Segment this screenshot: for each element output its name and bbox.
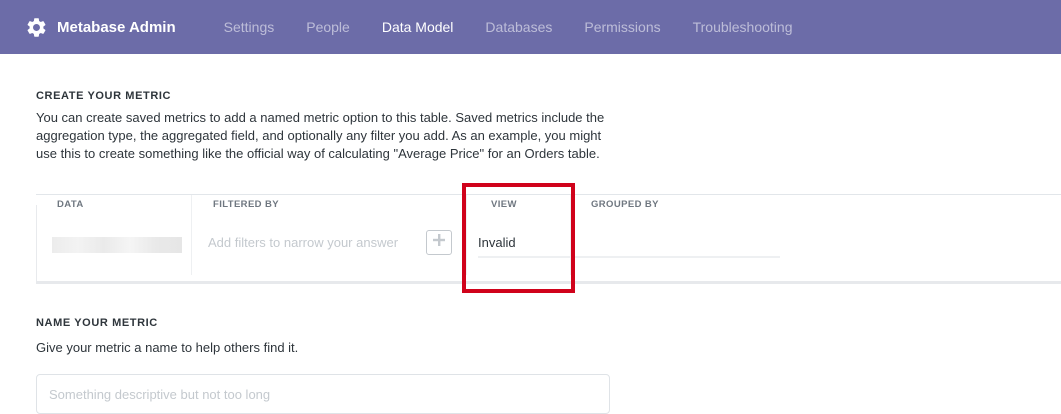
data-source-placeholder[interactable] [52, 237, 182, 253]
add-filter-button[interactable] [426, 230, 452, 255]
gear-icon [25, 16, 48, 39]
name-metric-description: Give your metric a name to help others f… [36, 340, 299, 355]
metric-name-field[interactable] [36, 374, 610, 414]
nav-item-databases[interactable]: Databases [485, 19, 552, 35]
create-metric-description: You can create saved metrics to add a na… [36, 110, 605, 161]
create-metric-heading: CREATE YOUR METRIC [36, 90, 172, 102]
builder-left-border [36, 205, 37, 281]
add-filter-placeholder[interactable]: Add filters to narrow your answer [208, 235, 398, 250]
data-section-label: DATA [51, 199, 90, 210]
nav-item-people[interactable]: People [306, 19, 350, 35]
top-nav: Metabase Admin Settings People Data Mode… [0, 0, 1061, 54]
name-metric-heading: NAME YOUR METRIC [36, 317, 158, 329]
nav-item-data-model[interactable]: Data Model [382, 19, 454, 35]
nav-item-troubleshooting[interactable]: Troubleshooting [693, 19, 793, 35]
column-divider [191, 195, 192, 275]
brand[interactable]: Metabase Admin [25, 16, 224, 39]
metric-name-input[interactable] [37, 375, 609, 413]
plus-icon [432, 233, 446, 252]
nav-item-settings[interactable]: Settings [224, 19, 275, 35]
view-highlight-box [462, 183, 575, 293]
filtered-by-label: FILTERED BY [207, 199, 285, 210]
brand-name: Metabase Admin [57, 18, 176, 36]
nav-item-permissions[interactable]: Permissions [584, 19, 660, 35]
grouped-by-label: GROUPED BY [585, 199, 665, 210]
